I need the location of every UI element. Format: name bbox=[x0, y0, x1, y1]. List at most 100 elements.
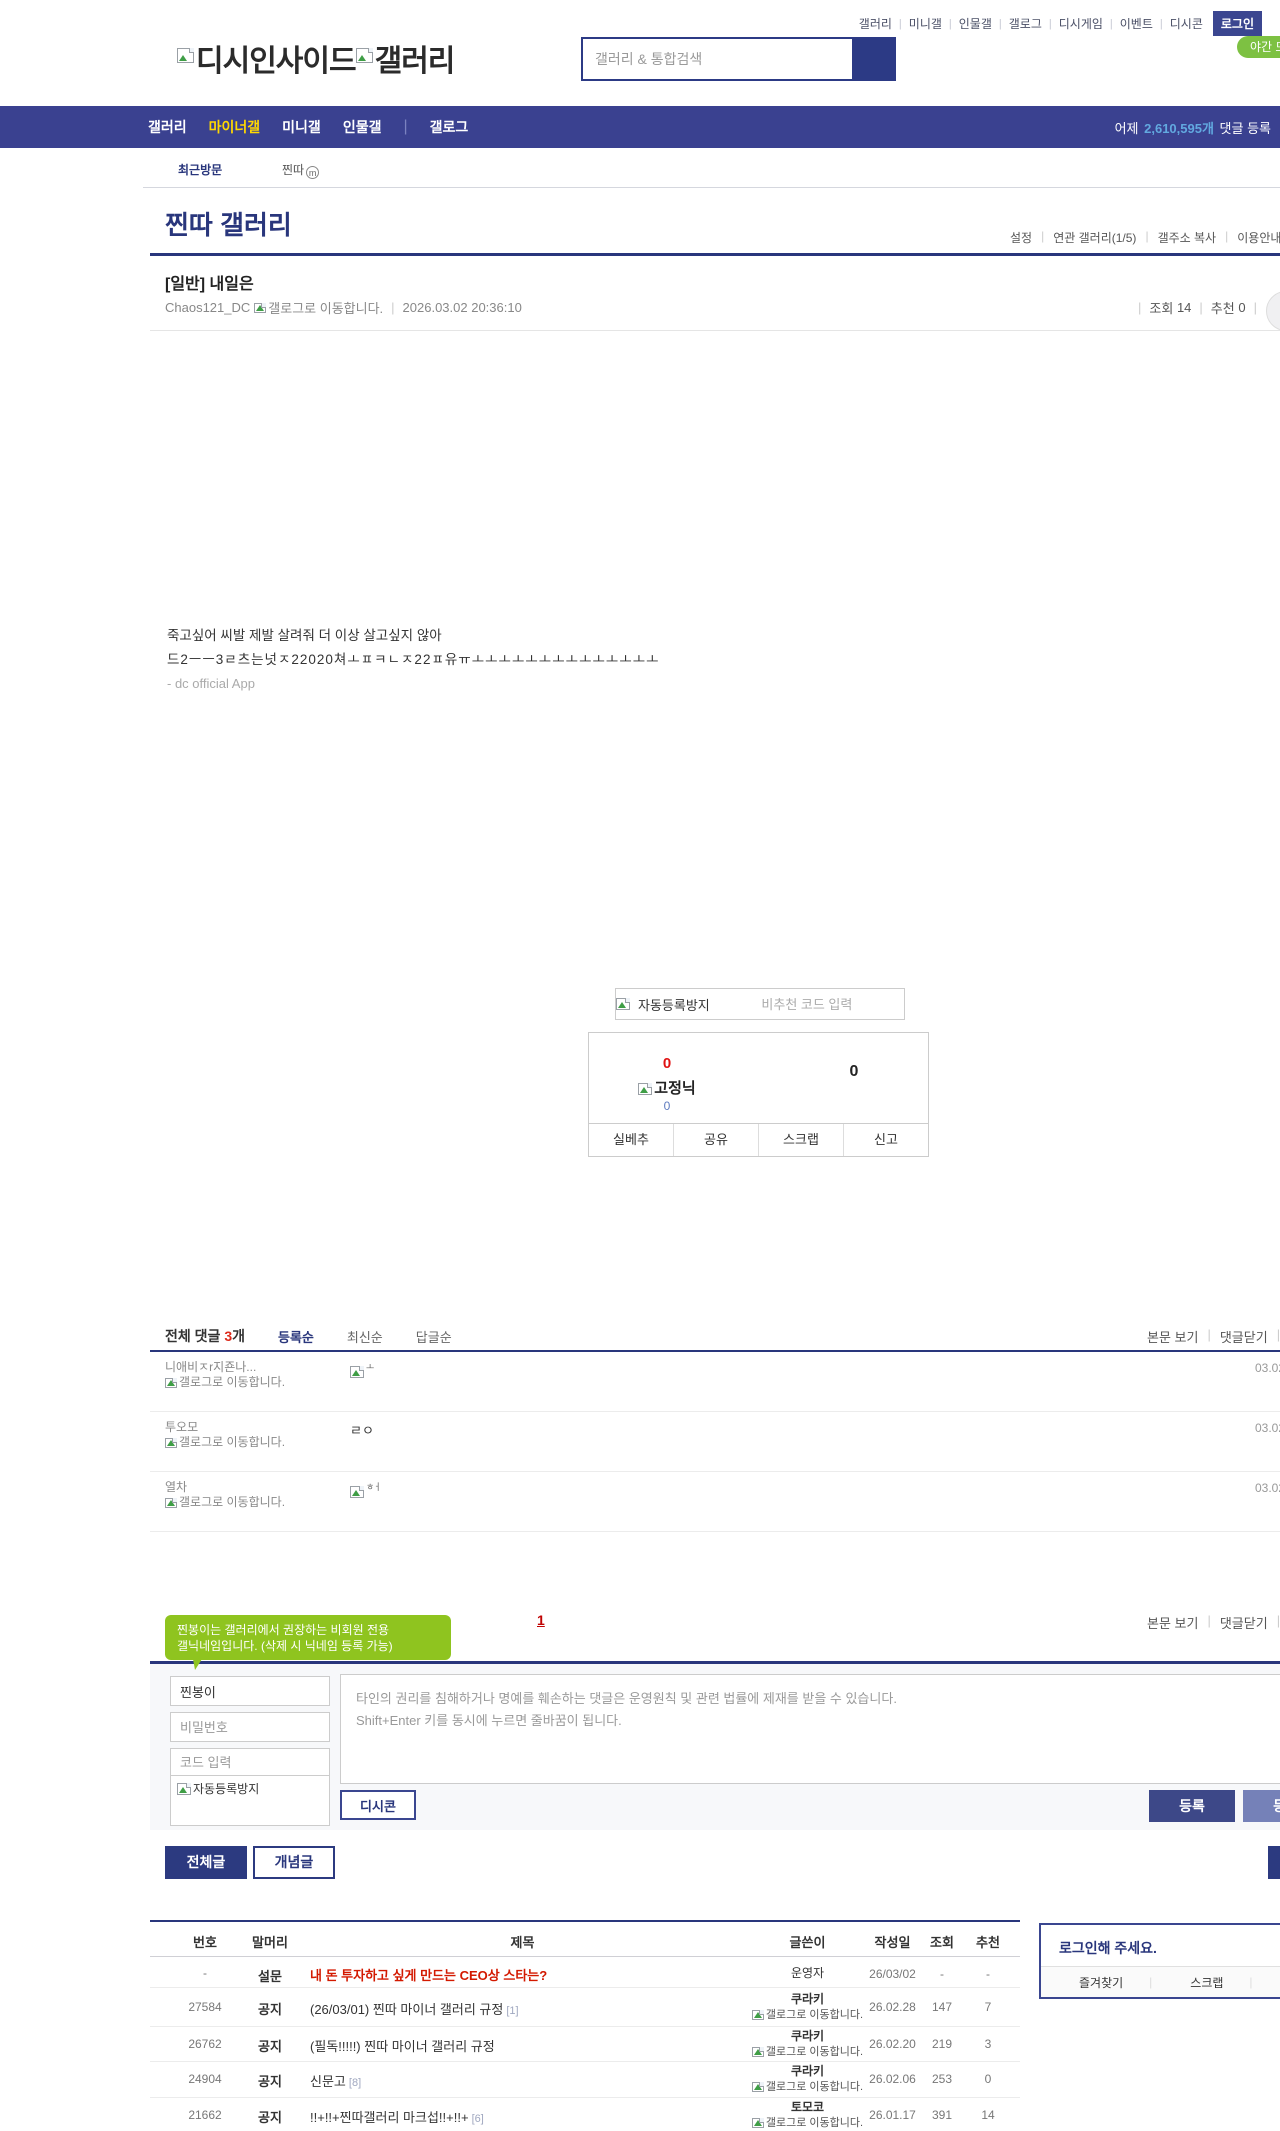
main-navbar: 갤러리 마이너갤 미니갤 인물갤 | 갤로그 어제 2,610,595개 댓글 … bbox=[0, 106, 1280, 148]
nav-gallery[interactable]: 갤러리 bbox=[148, 117, 187, 137]
login-button[interactable]: 로그인 bbox=[1212, 11, 1262, 36]
post-author[interactable]: 운영자 bbox=[750, 1966, 865, 1981]
comment-page-1[interactable]: 1 bbox=[537, 1612, 545, 1628]
post-recommend: - bbox=[986, 1967, 990, 1981]
nav-minigal[interactable]: 미니갤 bbox=[282, 117, 321, 137]
comment-count-badge: [8] bbox=[348, 2077, 362, 2089]
divider: | bbox=[1048, 17, 1052, 30]
view-post-link[interactable]: 본문 보기 bbox=[1147, 1613, 1198, 1632]
views-count: 14 bbox=[1176, 300, 1192, 315]
broken-image-icon bbox=[751, 2047, 764, 2057]
comment-textarea[interactable]: 타인의 권리를 침해하거나 명예를 훼손하는 댓글은 운영원칙 및 관련 법률에… bbox=[340, 1674, 1280, 1784]
copy-url-link[interactable]: 갤주소 복사 bbox=[1158, 229, 1217, 246]
top-link-event[interactable]: 이벤트 bbox=[1120, 15, 1153, 32]
sort-reply[interactable]: 답글순 bbox=[416, 1327, 452, 1346]
downvote-count: 0 bbox=[849, 1063, 859, 1080]
top-link-minigal[interactable]: 미니갤 bbox=[909, 15, 942, 32]
sort-newest[interactable]: 최신순 bbox=[347, 1327, 383, 1346]
post-author[interactable]: 쿠라키 갤로그로 이동합니다. bbox=[750, 2029, 865, 2060]
close-comments-link[interactable]: 댓글닫기 bbox=[1220, 1613, 1268, 1632]
post-title-link[interactable]: (필독!!!!!) 찐따 마이너 갤러리 규정 bbox=[310, 2036, 750, 2055]
post-title-link[interactable]: !!+!!+찐따갤러리 마크섭!!+!!+ [6] bbox=[310, 2107, 750, 2126]
dccon-button[interactable]: 디시콘 bbox=[340, 1790, 416, 1820]
comment-content: ㄹㅇ bbox=[350, 1423, 374, 1438]
post-title-link[interactable]: (26/03/01) 찐따 마이너 갤러리 규정 [1] bbox=[310, 1999, 750, 2018]
broken-image-icon bbox=[751, 2082, 764, 2092]
post-date: 26.02.20 bbox=[869, 2037, 916, 2051]
view-post-link[interactable]: 본문 보기 bbox=[1147, 1327, 1198, 1346]
post-recommend: 7 bbox=[984, 2000, 992, 2014]
top-link-gallery[interactable]: 갤러리 bbox=[859, 15, 892, 32]
password-input[interactable] bbox=[170, 1712, 330, 1742]
divider: | bbox=[1159, 17, 1163, 30]
divider: | bbox=[1253, 300, 1257, 315]
login-sidebar: 로그인해 주세요. 즐겨찾기 | 스크랩 | 알림 bbox=[1039, 1923, 1280, 1999]
post-author[interactable]: Chaos121_DC bbox=[165, 300, 250, 315]
night-mode-button[interactable]: 야간 모드 bbox=[1237, 36, 1280, 58]
divider: | bbox=[1207, 1327, 1211, 1342]
post-author[interactable]: 쿠라키 갤로그로 이동합니다. bbox=[750, 1992, 865, 2023]
settings-link[interactable]: 설정 bbox=[1010, 229, 1032, 246]
nickname-input[interactable] bbox=[170, 1676, 330, 1706]
logo-text-dcinside: 디시인사이드 bbox=[196, 45, 357, 78]
fixed-nick-vote-button[interactable]: 고정닉 bbox=[625, 1077, 709, 1098]
scrap-button[interactable]: 스크랩 bbox=[1190, 1974, 1223, 1991]
broken-image-icon bbox=[751, 2118, 764, 2128]
scrap-button[interactable]: 스크랩 bbox=[759, 1124, 844, 1156]
search-box bbox=[581, 37, 896, 81]
breadcrumb-gallery-link[interactable]: 찐따 m bbox=[282, 161, 320, 179]
code-input[interactable] bbox=[170, 1748, 330, 1776]
tab-best-posts[interactable]: 개념글 bbox=[253, 1846, 335, 1879]
nav-gallog[interactable]: 갤로그 bbox=[430, 117, 469, 137]
top-link-dccon[interactable]: 디시콘 bbox=[1170, 15, 1203, 32]
usage-guide-link[interactable]: 이용안내 bbox=[1237, 229, 1280, 246]
yesterday-comment-stat: 어제 2,610,595개 댓글 등록 bbox=[1115, 106, 1271, 148]
post-title-link[interactable]: 신문고 [8] bbox=[310, 2071, 750, 2090]
post-title-link[interactable]: 내 돈 투자하고 싶게 만드는 CEO상 스타는? bbox=[310, 1965, 750, 1984]
tab-all-posts[interactable]: 전체글 bbox=[165, 1846, 247, 1879]
close-comments-link[interactable]: 댓글닫기 bbox=[1220, 1327, 1268, 1346]
downvote-code-input[interactable] bbox=[709, 996, 904, 1012]
top-link-persongal[interactable]: 인물갤 bbox=[959, 15, 992, 32]
nav-minorgal[interactable]: 마이너갤 bbox=[209, 117, 261, 137]
comment-count: 3 bbox=[224, 1328, 233, 1344]
top-utility-bar: 갤러리 | 미니갤 | 인물갤 | 갤로그 | 디시게임 | 이벤트 | 디시콘 로그인 bbox=[859, 11, 1262, 36]
post-number: 27584 bbox=[188, 2000, 222, 2014]
broken-image-icon bbox=[165, 1498, 177, 1508]
divider: | bbox=[1225, 229, 1229, 243]
post-author[interactable]: 쿠라키 갤로그로 이동합니다. bbox=[750, 2064, 865, 2095]
search-input[interactable] bbox=[583, 39, 851, 79]
post-number: 24904 bbox=[188, 2072, 222, 2086]
nav-persongal[interactable]: 인물갤 bbox=[343, 117, 382, 137]
divider: | bbox=[403, 118, 408, 135]
comment-sort-options: 등록순 최신순 답글순 bbox=[278, 1327, 485, 1346]
write-post-button[interactable]: 글쓰기 bbox=[1268, 1846, 1280, 1879]
comment-submit-button[interactable]: 등록 bbox=[1149, 1790, 1235, 1822]
search-button[interactable] bbox=[852, 37, 896, 81]
comment-jump-button[interactable] bbox=[1266, 291, 1280, 331]
broken-image-icon bbox=[177, 48, 194, 63]
site-logo[interactable]: 디시인사이드 갤러리 bbox=[177, 36, 456, 80]
report-button[interactable]: 신고 bbox=[844, 1124, 928, 1156]
logo-text-gallery: 갤러리 bbox=[374, 45, 456, 78]
post-author[interactable]: 토모코 갤로그로 이동합니다. bbox=[750, 2100, 865, 2131]
favorites-button[interactable]: 즐겨찾기 bbox=[1079, 1974, 1123, 1991]
col-recommend: 추천 bbox=[976, 1935, 1000, 1950]
top-link-gallog[interactable]: 갤로그 bbox=[1009, 15, 1042, 32]
vote-captcha-box: 자동등록방지 bbox=[615, 988, 905, 1020]
gallog-link[interactable]: 갤로그로 이동합니다. bbox=[268, 298, 383, 317]
divider: | bbox=[1109, 17, 1113, 30]
post-number: - bbox=[203, 1966, 207, 1980]
sort-registered[interactable]: 등록순 bbox=[278, 1327, 314, 1346]
fixed-nick-vote-count: 0 bbox=[663, 1099, 671, 1113]
comment-row: 열차 갤로그로 이동합니다. ㅎㅓ 03.02 bbox=[150, 1472, 1280, 1532]
share-button[interactable]: 공유 bbox=[674, 1124, 759, 1156]
silbechu-button[interactable]: 실베추 bbox=[589, 1124, 674, 1156]
top-link-dcgame[interactable]: 디시게임 bbox=[1059, 15, 1103, 32]
post-recommend: 14 bbox=[981, 2108, 995, 2122]
comment-submit-secondary-button[interactable]: 등록 bbox=[1243, 1790, 1280, 1822]
broken-image-icon bbox=[355, 48, 373, 63]
comment-tools-top: 본문 보기 | 댓글닫기 | bbox=[1147, 1327, 1280, 1346]
comment-count-badge: [6] bbox=[471, 2113, 484, 2125]
related-galleries-link[interactable]: 연관 갤러리(1/5) bbox=[1053, 229, 1136, 246]
